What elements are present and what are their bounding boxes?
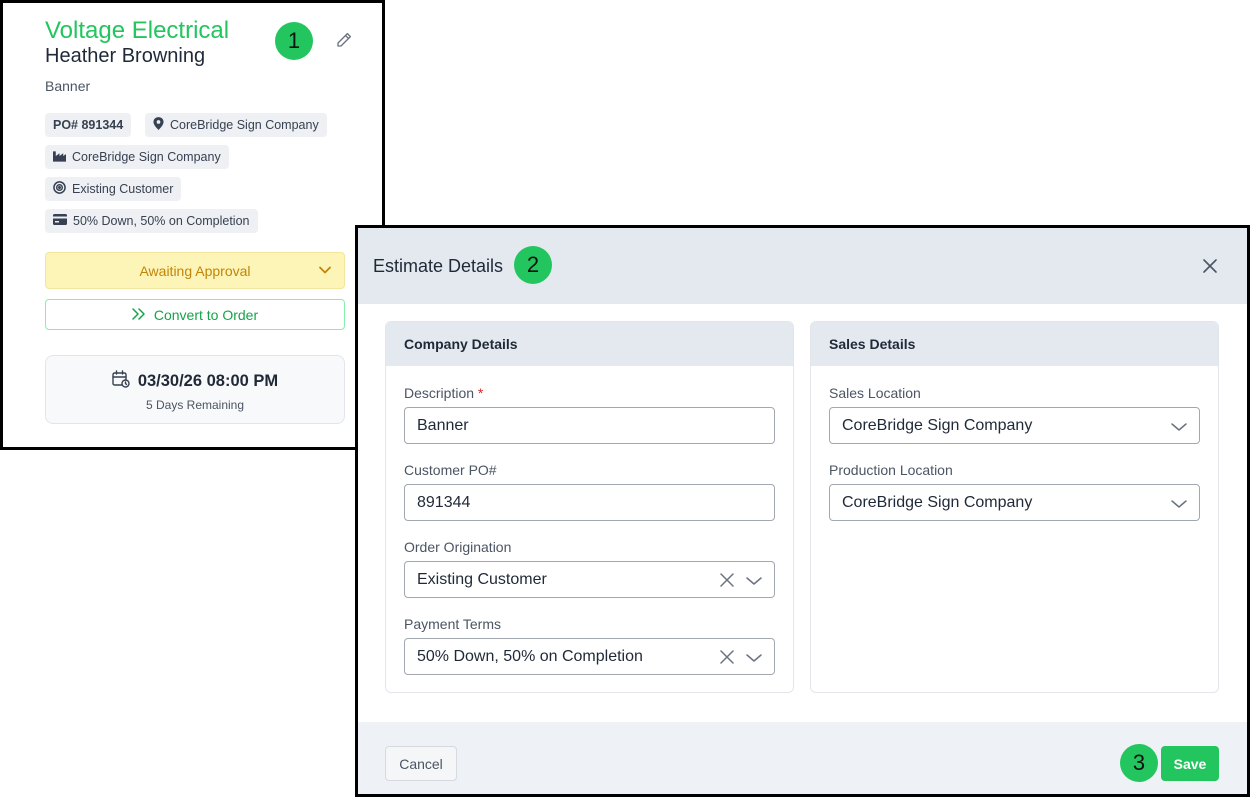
production-location-label: Production Location [829, 462, 953, 478]
chevron-down-icon [318, 263, 332, 280]
sales-details-panel: Sales Details Sales Location CoreBridge … [810, 321, 1219, 693]
production-chip: CoreBridge Sign Company [45, 145, 229, 169]
target-icon [53, 181, 66, 197]
chevron-down-icon[interactable] [1171, 497, 1187, 515]
chevron-down-icon[interactable] [1171, 420, 1187, 438]
po-chip-label: PO# 891344 [53, 118, 124, 132]
production-chip-label: CoreBridge Sign Company [72, 150, 221, 164]
modal-body: Company Details Description * Banner Cus… [358, 304, 1247, 722]
chevron-down-icon[interactable] [746, 651, 762, 669]
origination-chip-label: Existing Customer [72, 182, 174, 196]
calendar-clock-icon [112, 370, 130, 393]
sales-location-value: CoreBridge Sign Company [842, 416, 1033, 434]
company-details-panel: Company Details Description * Banner Cus… [385, 321, 794, 693]
clear-x-icon[interactable] [720, 573, 734, 592]
description-label-text: Description [404, 385, 475, 401]
cancel-button[interactable]: Cancel [385, 746, 457, 781]
order-origination-select[interactable]: Existing Customer [404, 561, 775, 598]
location-chip-label: CoreBridge Sign Company [170, 118, 319, 132]
double-chevron-right-icon [132, 307, 146, 323]
sales-location-label: Sales Location [829, 385, 921, 401]
convert-to-order-button[interactable]: Convert to Order [45, 299, 345, 330]
due-date-box: 03/30/26 08:00 PM 5 Days Remaining [45, 355, 345, 424]
sales-location-select[interactable]: CoreBridge Sign Company [829, 407, 1200, 444]
factory-icon [53, 150, 66, 165]
company-details-header: Company Details [386, 322, 793, 366]
save-button[interactable]: Save [1161, 746, 1219, 781]
company-name[interactable]: Voltage Electrical [45, 17, 229, 45]
estimate-summary-card: Voltage Electrical Heather Browning Bann… [0, 0, 385, 450]
callout-badge-2: 2 [514, 246, 552, 284]
modal-footer: Cancel 3 Save [358, 722, 1247, 794]
close-icon[interactable] [1202, 258, 1218, 279]
status-label: Awaiting Approval [139, 262, 251, 279]
sales-details-header: Sales Details [811, 322, 1218, 366]
payment-terms-select[interactable]: 50% Down, 50% on Completion [404, 638, 775, 675]
modal-header: Estimate Details 2 [358, 228, 1247, 304]
status-dropdown[interactable]: Awaiting Approval [45, 252, 345, 289]
po-chip: PO# 891344 [45, 113, 132, 137]
order-origination-value: Existing Customer [417, 570, 547, 588]
origination-chip: Existing Customer [45, 177, 182, 201]
description-label: Description * [404, 385, 483, 401]
production-location-select[interactable]: CoreBridge Sign Company [829, 484, 1200, 521]
modal-title: Estimate Details [373, 256, 504, 276]
customer-po-label: Customer PO# [404, 462, 497, 478]
pencil-icon[interactable] [335, 31, 353, 49]
contact-name: Heather Browning [45, 45, 206, 67]
payment-terms-label: Payment Terms [404, 616, 501, 632]
customer-po-input[interactable]: 891344 [404, 484, 775, 521]
clear-x-icon[interactable] [720, 650, 734, 669]
callout-badge-1: 1 [275, 22, 313, 60]
payment-terms-value: 50% Down, 50% on Completion [417, 647, 643, 665]
description-input[interactable]: Banner [404, 407, 775, 444]
order-origination-label: Order Origination [404, 539, 512, 555]
production-location-value: CoreBridge Sign Company [842, 493, 1033, 511]
due-date: 03/30/26 08:00 PM [137, 372, 279, 390]
estimate-details-modal: Estimate Details 2 Company Details Descr… [355, 225, 1250, 797]
estimate-description: Banner [45, 78, 91, 94]
chevron-down-icon[interactable] [746, 574, 762, 592]
map-pin-icon [153, 117, 164, 133]
convert-to-order-label: Convert to Order [153, 306, 259, 323]
payment-terms-chip: 50% Down, 50% on Completion [45, 209, 258, 233]
payment-terms-chip-label: 50% Down, 50% on Completion [73, 214, 250, 228]
days-remaining: 5 Days Remaining [145, 398, 245, 412]
location-chip: CoreBridge Sign Company [145, 113, 327, 137]
callout-badge-3: 3 [1120, 744, 1158, 782]
credit-card-icon [53, 214, 67, 228]
required-marker: * [477, 385, 484, 401]
